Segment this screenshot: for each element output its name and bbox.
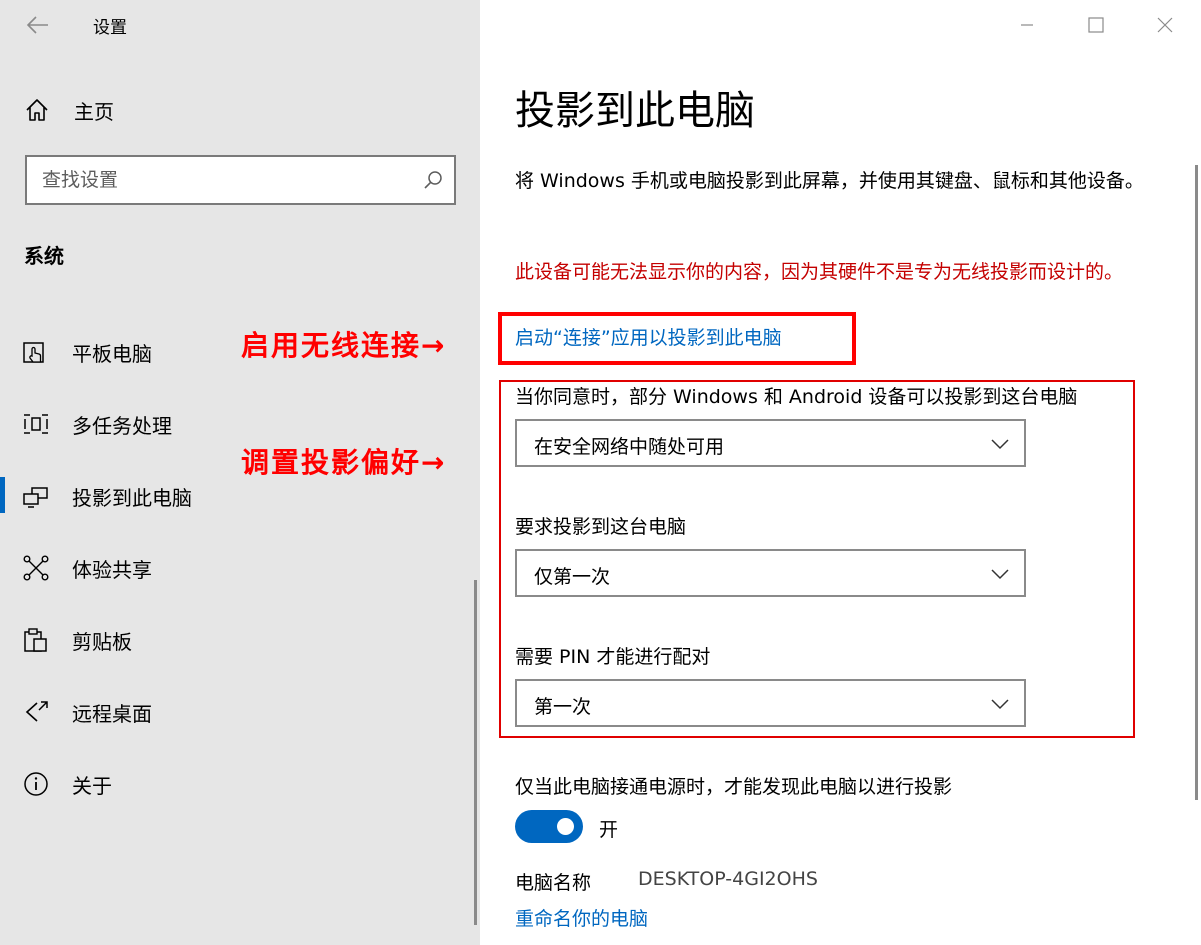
page-title: 投影到此电脑 [515,88,755,134]
content-scrollbar[interactable] [1195,165,1198,800]
annotation-set-preferences: 调置投影偏好→ [241,446,447,479]
search-input[interactable] [27,157,454,203]
multitasking-icon [24,414,48,434]
section-heading: 系统 [24,244,64,268]
close-icon[interactable] [1148,8,1182,42]
sidebar-item-label: 体验共享 [72,557,152,582]
search-box [25,155,456,205]
sidebar-item-label: 投影到此电脑 [72,485,192,510]
page-description: 将 Windows 手机或电脑投影到此屏幕，并使用其键盘、鼠标和其他设备。 [515,170,1144,192]
annotation-box-link [498,312,856,365]
nav-scrollbar[interactable] [474,580,477,925]
back-arrow-icon[interactable] [22,10,52,40]
tablet-icon [23,342,44,363]
hardware-warning: 此设备可能无法显示你的内容，因为其硬件不是专为无线投影而设计的。 [515,261,1124,283]
shared-experiences-icon [23,555,49,581]
maximize-icon[interactable] [1079,8,1113,42]
pc-name-label: 电脑名称 [515,872,592,894]
sidebar-item-remote-desktop[interactable]: 远程桌面 [0,687,470,737]
projecting-icon [23,487,48,508]
annotation-box-settings [499,380,1135,738]
sidebar-item-label: 剪贴板 [72,629,132,654]
sidebar-item-label: 远程桌面 [72,701,152,726]
pc-name-value: DESKTOP-4GI2OHS [638,868,818,890]
sidebar-item-shared-experiences[interactable]: 体验共享 [0,543,470,593]
clipboard-icon [24,628,47,652]
sidebar-item-label: 平板电脑 [72,341,152,366]
info-icon [24,772,48,796]
annotation-enable-wireless: 启用无线连接→ [241,329,447,362]
sidebar-item-label: 多任务处理 [72,413,172,438]
home-icon [26,99,48,121]
power-toggle-label: 仅当此电脑接通电源时，才能发现此电脑以进行投影 [515,776,953,798]
nav-home[interactable]: 主页 [24,93,464,127]
minimize-icon[interactable] [1010,8,1044,42]
remote-desktop-icon [25,701,48,722]
sidebar-item-label: 关于 [72,773,112,798]
rename-pc-link[interactable]: 重命名你的电脑 [515,904,648,931]
nav-home-label: 主页 [74,99,114,124]
power-toggle[interactable] [515,810,583,843]
sidebar-item-clipboard[interactable]: 剪贴板 [0,615,470,665]
power-toggle-state: 开 [599,819,619,841]
sidebar-item-about[interactable]: 关于 [0,759,470,809]
toggle-knob [557,818,574,835]
app-title: 设置 [93,18,127,38]
search-icon[interactable] [422,169,444,191]
